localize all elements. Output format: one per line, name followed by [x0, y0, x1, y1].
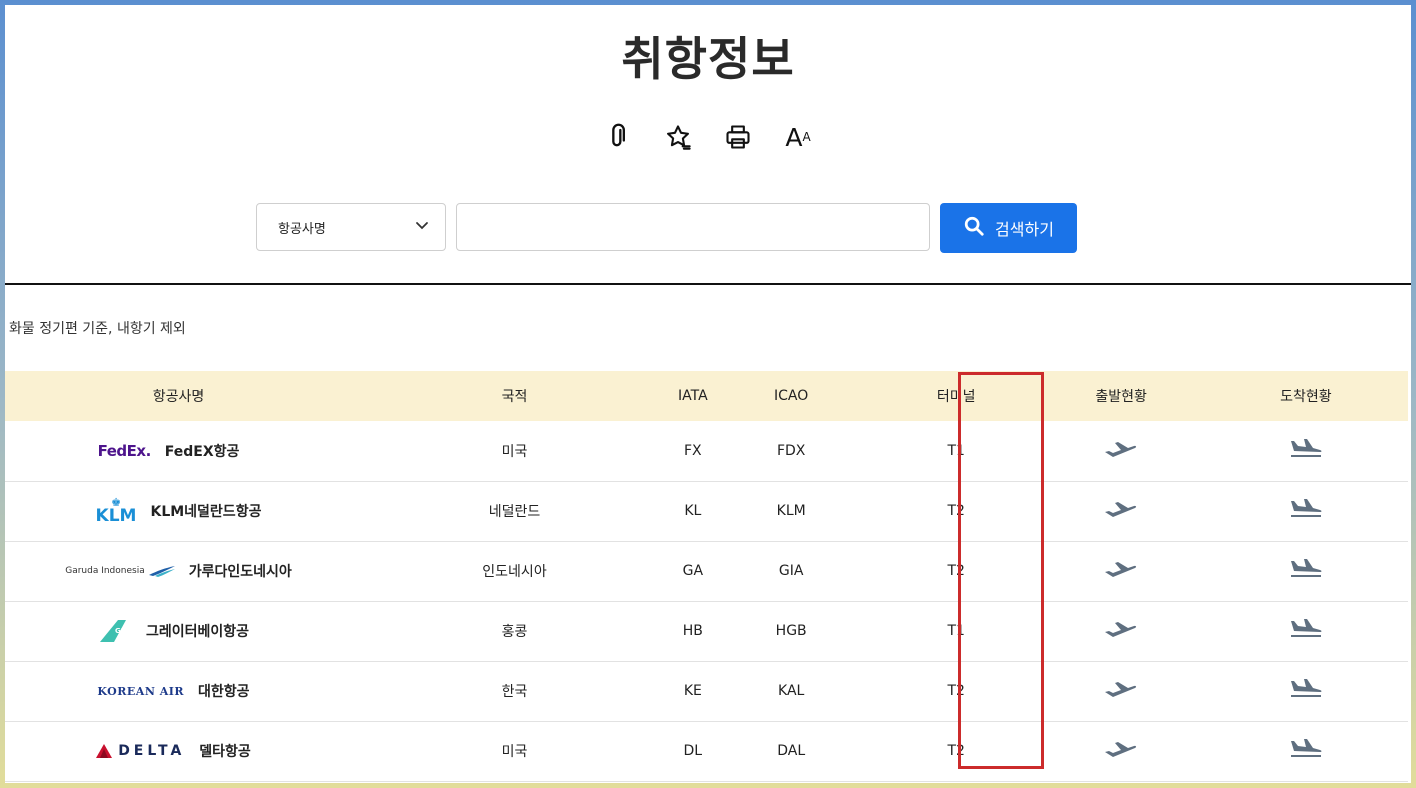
- garuda-logo: Garuda Indonesia: [65, 565, 175, 577]
- iata-cell: KL: [684, 503, 702, 519]
- arrival-plane-icon[interactable]: [1288, 497, 1324, 525]
- iata-cell: GA: [682, 563, 704, 579]
- font-size-icon[interactable]: AA: [782, 121, 814, 153]
- airline-name: 대한항공: [198, 684, 250, 700]
- country-cell: 미국: [501, 443, 528, 460]
- print-icon[interactable]: [722, 121, 754, 153]
- arrival-plane-icon[interactable]: [1288, 557, 1324, 585]
- table-header: 항공사명 국적 IATA ICAO 터미널 출발현황 도착현황: [5, 371, 1408, 421]
- departure-plane-icon[interactable]: [1103, 617, 1139, 645]
- favorite-icon[interactable]: [662, 121, 694, 153]
- terminal-cell: T2: [947, 743, 965, 759]
- country-cell: 한국: [501, 684, 528, 700]
- terminal-cell: T1: [947, 442, 965, 459]
- departure-plane-icon[interactable]: [1103, 557, 1139, 585]
- departure-plane-icon[interactable]: [1103, 737, 1139, 765]
- terminal-cell: T2: [947, 503, 965, 519]
- country-cell: 홍콩: [501, 624, 528, 640]
- klm-logo: ♚ KLM: [95, 496, 137, 526]
- header-country: 국적: [501, 389, 528, 405]
- korean-air-logo: KOREAN AIR: [97, 684, 185, 698]
- table-row: FedEx. FedEX항공 미국 FX FDX T1: [5, 421, 1408, 481]
- table-note: 화물 정기편 기준, 내항기 제외: [9, 321, 186, 337]
- arrival-plane-icon[interactable]: [1288, 617, 1324, 645]
- airline-name: 델타항공: [199, 744, 251, 760]
- toolbar: AA: [5, 121, 1411, 153]
- font-size-large: A: [785, 122, 803, 152]
- icao-cell: GIA: [778, 563, 804, 579]
- table-row: GBA 그레이터베이항공 홍콩 HB HGB T1: [5, 601, 1408, 661]
- departure-plane-icon[interactable]: [1103, 437, 1139, 465]
- airline-name: 가루다인도네시아: [188, 564, 292, 580]
- icao-cell: FDX: [776, 442, 806, 459]
- header-airline: 항공사명: [152, 389, 205, 405]
- font-size-small: A: [802, 130, 811, 144]
- gba-logo: GBA: [98, 618, 132, 644]
- header-departure: 출발현황: [1095, 389, 1147, 405]
- chevron-down-icon: [415, 218, 429, 236]
- search-input[interactable]: [456, 203, 930, 251]
- country-cell: 네덜란드: [488, 504, 541, 520]
- departure-plane-icon[interactable]: [1103, 677, 1139, 705]
- iata-cell: DL: [683, 743, 703, 759]
- table-row: ♚ KLM KLM네덜란드항공 네덜란드 KL KLM T2: [5, 481, 1408, 541]
- country-cell: 인도네시아: [482, 564, 547, 580]
- link-icon[interactable]: [602, 121, 634, 153]
- icao-cell: KAL: [778, 683, 805, 699]
- header-iata: IATA: [678, 388, 708, 404]
- table-row: KOREAN AIR 대한항공 한국 KE KAL T2: [5, 661, 1408, 721]
- iata-cell: FX: [684, 442, 702, 459]
- svg-text:GBA: GBA: [115, 627, 132, 635]
- airline-name: KLM네덜란드항공: [150, 504, 262, 520]
- table-row: DELTA 델타항공 미국 DL DAL T2: [5, 721, 1408, 781]
- delta-logo: DELTA: [96, 743, 185, 759]
- country-cell: 미국: [501, 744, 528, 760]
- page-title: 취항정보: [621, 32, 795, 86]
- search-icon: [963, 215, 985, 241]
- iata-cell: HB: [682, 623, 703, 639]
- arrival-plane-icon[interactable]: [1288, 677, 1324, 705]
- divider: [5, 283, 1411, 285]
- header-arrival: 도착현황: [1280, 389, 1332, 405]
- search-bar: 항공사명 검색하기: [256, 203, 1077, 253]
- search-type-value: 항공사명: [278, 221, 326, 237]
- search-button-label: 검색하기: [995, 220, 1054, 239]
- table-row: Garuda Indonesia 가루다인도네시아 인도네시아 GA GIA T…: [5, 541, 1408, 601]
- page-frame: 취항정보 AA 항공사명 검색하기 화물 정기편 기준, 내항기 제외 항공사명…: [5, 5, 1411, 783]
- airline-name: FedEX항공: [164, 443, 240, 460]
- terminal-cell: T1: [947, 623, 965, 639]
- arrival-plane-icon[interactable]: [1288, 737, 1324, 765]
- airline-table: 항공사명 국적 IATA ICAO 터미널 출발현황 도착현황 FedEx. F…: [5, 371, 1408, 782]
- fedex-logo: FedEx.: [97, 441, 152, 460]
- icao-cell: HGB: [775, 623, 807, 639]
- icao-cell: KLM: [776, 503, 806, 519]
- search-button[interactable]: 검색하기: [940, 203, 1077, 253]
- arrival-plane-icon[interactable]: [1288, 437, 1324, 465]
- icao-cell: DAL: [777, 743, 806, 759]
- header-terminal: 터미널: [936, 389, 976, 405]
- iata-cell: KE: [683, 683, 702, 699]
- terminal-cell: T2: [947, 683, 965, 699]
- search-type-select[interactable]: 항공사명: [256, 203, 446, 251]
- terminal-cell: T2: [947, 563, 965, 579]
- departure-plane-icon[interactable]: [1103, 497, 1139, 525]
- header-icao: ICAO: [774, 388, 809, 404]
- airline-name: 그레이터베이항공: [145, 624, 250, 640]
